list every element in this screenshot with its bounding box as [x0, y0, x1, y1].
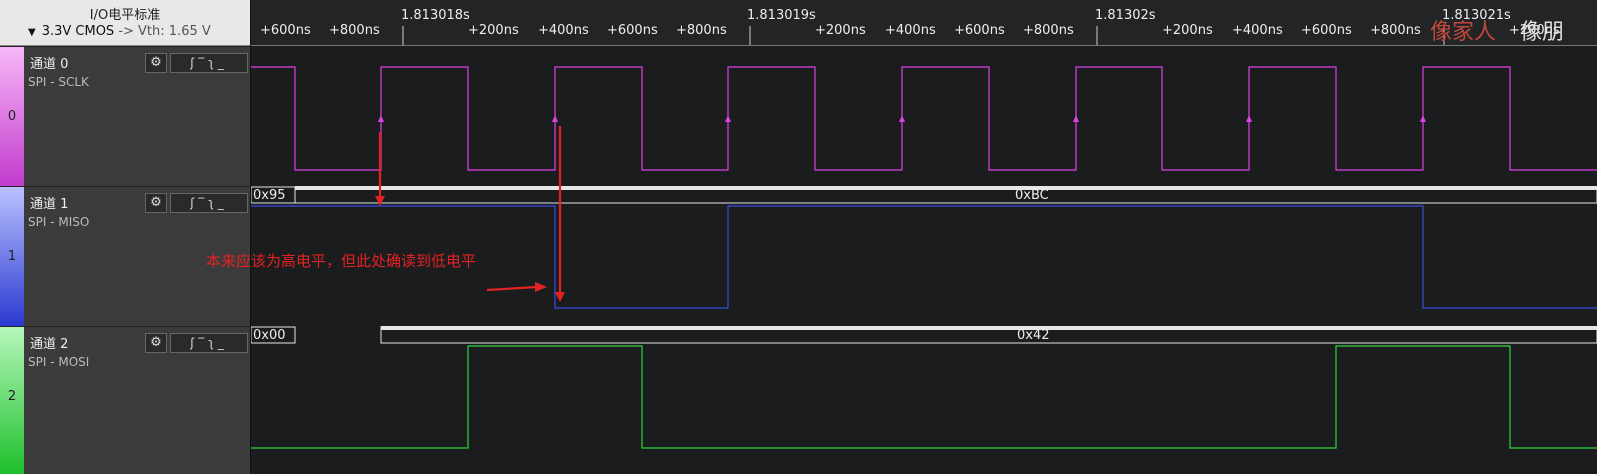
trigger-selector[interactable]: ʃ‾ʅ_ — [170, 53, 248, 73]
waveform-area[interactable] — [251, 0, 1597, 473]
mosi-decode-value: 0x00 — [253, 328, 286, 343]
high-level-icon[interactable]: ‾ — [198, 56, 208, 70]
channel-index: 2 — [7, 389, 17, 404]
falling-edge-icon[interactable]: ʅ — [208, 336, 218, 350]
io-standard-header[interactable]: I/O电平标准 ▼ 3.3V CMOS -> Vth: 1.65 V — [0, 0, 250, 46]
chevron-down-icon[interactable]: ▼ — [28, 27, 36, 38]
ruler-ticks — [402, 26, 1445, 45]
channel-name[interactable]: 通道 0 — [30, 53, 68, 72]
falling-edge-icon[interactable]: ʅ — [208, 56, 218, 70]
vth-value: -> Vth: 1.65 V — [118, 24, 211, 39]
high-level-icon[interactable]: ‾ — [198, 336, 208, 350]
watermark-text: 像家人 — [1430, 20, 1497, 45]
channel-signal-label: SPI - MOSI — [28, 355, 90, 369]
channel-name[interactable]: 通道 1 — [30, 193, 68, 212]
io-standard-title: I/O电平标准 — [89, 8, 161, 23]
gear-icon[interactable]: ⚙ — [145, 193, 167, 213]
miso-decode-bar[interactable] — [251, 186, 1597, 204]
low-level-icon[interactable]: _ — [218, 336, 228, 350]
channel-signal-label: SPI - SCLK — [28, 75, 89, 89]
low-level-icon[interactable]: _ — [218, 56, 228, 70]
channel-2-lane — [251, 326, 1597, 473]
channel-row-0[interactable]: 0 通道 0 SPI - SCLK ⚙ ʃ‾ʅ_ — [0, 46, 250, 186]
channel-panel: I/O电平标准 ▼ 3.3V CMOS -> Vth: 1.65 V 0 通道 0… — [0, 0, 251, 474]
io-standard-value: 3.3V CMOS — [41, 24, 115, 39]
watermark-text: 像朋 — [1520, 20, 1565, 45]
miso-decode-value: 0x95 — [253, 188, 286, 203]
annotation-text: 本来应该为高电平，但此处确读到低电平 — [206, 252, 477, 270]
miso-decode-value: 0xBC — [1015, 188, 1049, 203]
channel-name[interactable]: 通道 2 — [30, 333, 68, 352]
falling-edge-icon[interactable]: ʅ — [208, 196, 218, 210]
gear-icon[interactable]: ⚙ — [145, 333, 167, 353]
channel-index: 0 — [7, 109, 17, 124]
gear-icon[interactable]: ⚙ — [145, 53, 167, 73]
trigger-selector[interactable]: ʃ‾ʅ_ — [170, 333, 248, 353]
mosi-decode-bar[interactable] — [251, 326, 1597, 344]
low-level-icon[interactable]: _ — [218, 196, 228, 210]
channel-signal-label: SPI - MISO — [28, 215, 90, 229]
io-standard-selector[interactable]: ▼ 3.3V CMOS -> Vth: 1.65 V — [28, 24, 211, 39]
channel-index: 1 — [7, 249, 17, 264]
mosi-decode-value: 0x42 — [1017, 328, 1050, 343]
high-level-icon[interactable]: ‾ — [198, 196, 208, 210]
channel-row-2[interactable]: 2 通道 2 SPI - MOSI ⚙ ʃ‾ʅ_ — [0, 326, 250, 474]
trigger-selector[interactable]: ʃ‾ʅ_ — [170, 193, 248, 213]
